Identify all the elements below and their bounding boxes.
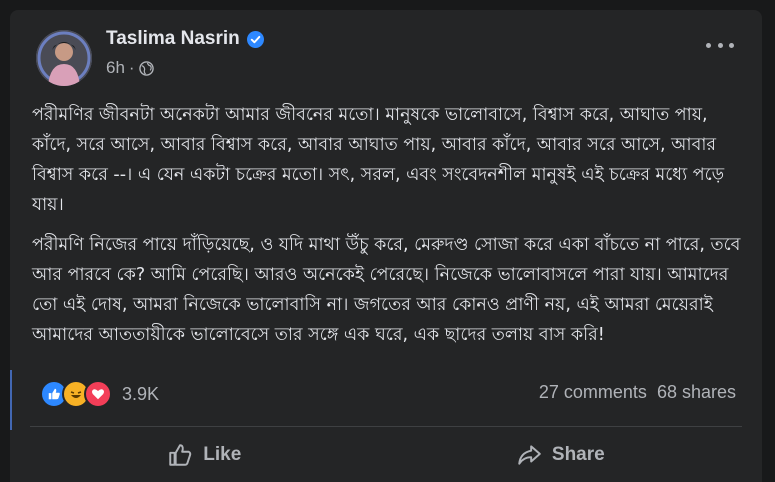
reactions-summary[interactable]: 3.9K: [40, 380, 159, 408]
post-body: পরীমণির জীবনটা অনেকটা আমার জীবনের মতো। ম…: [32, 100, 744, 360]
post-time[interactable]: 6h: [106, 58, 125, 78]
post-paragraph: পরীমণি নিজের পায়ে দাঁড়িয়েছে, ও যদি মা…: [32, 235, 741, 345]
dot: [729, 42, 734, 48]
meta-separator: ·: [128, 58, 135, 77]
dot: [706, 42, 711, 48]
avatar-image: [36, 30, 92, 86]
globe-icon[interactable]: [138, 60, 154, 76]
more-options-icon[interactable]: [706, 38, 734, 52]
love-icon: [84, 380, 112, 408]
post-meta: 6h ·: [106, 58, 154, 78]
like-label: Like: [203, 444, 242, 465]
share-icon: [518, 445, 541, 465]
like-button[interactable]: Like: [137, 434, 271, 476]
share-button[interactable]: Share: [486, 434, 635, 476]
post-paragraph: পরীমণির জীবনটা অনেকটা আমার জীবনের মতো। ম…: [32, 105, 725, 215]
actions-divider: [30, 426, 742, 427]
reaction-count[interactable]: 3.9K: [122, 384, 159, 405]
dot: [717, 42, 723, 48]
comments-count[interactable]: 27 comments: [539, 382, 647, 403]
author-row: Taslima Nasrin: [106, 28, 264, 50]
author-name[interactable]: Taslima Nasrin: [106, 28, 240, 50]
like-icon: [169, 444, 192, 466]
author-avatar[interactable]: [36, 30, 92, 86]
post-stats: 27 comments 68 shares: [539, 382, 736, 403]
share-label: Share: [551, 444, 605, 465]
shares-count[interactable]: 68 shares: [657, 382, 736, 403]
post-actions: Like Share: [30, 428, 742, 482]
focus-indicator: [10, 370, 12, 430]
verified-badge-icon: [246, 30, 264, 48]
post-card: Taslima Nasrin 6h · পরীমণির জীবনটা অনেকট…: [10, 10, 762, 482]
